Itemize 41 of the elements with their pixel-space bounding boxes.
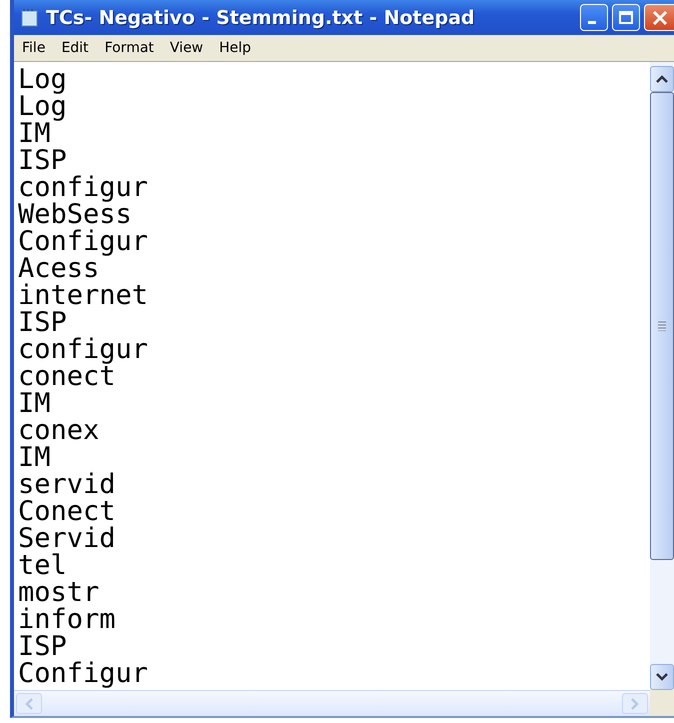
menu-item[interactable]: View bbox=[166, 38, 208, 58]
window-title: TCs- Negativo - Stemming.txt - Notepad bbox=[46, 6, 475, 28]
menu-item[interactable]: Help bbox=[215, 38, 256, 58]
text-line: Acess bbox=[18, 255, 100, 282]
text-line: IM bbox=[18, 390, 51, 417]
scroll-up-button[interactable] bbox=[650, 66, 674, 92]
text-line: Log bbox=[18, 93, 67, 120]
text-line: Conect bbox=[18, 498, 116, 525]
text-line: internet bbox=[18, 282, 148, 309]
text-line: IM bbox=[18, 120, 51, 147]
text-line: inform bbox=[18, 606, 116, 633]
text-line: conex bbox=[18, 417, 100, 444]
menu-item[interactable]: File bbox=[18, 38, 50, 58]
close-button[interactable] bbox=[644, 4, 674, 31]
scroll-thumb[interactable] bbox=[650, 92, 674, 560]
text-line: Log bbox=[18, 66, 67, 93]
text-line: ISP bbox=[18, 147, 67, 174]
text-line: servid bbox=[18, 471, 116, 498]
menu-item[interactable]: Format bbox=[100, 38, 158, 58]
text-line: Configur bbox=[18, 228, 148, 255]
grip-lines-icon bbox=[658, 321, 666, 331]
close-icon bbox=[652, 10, 668, 26]
minimize-button[interactable] bbox=[580, 4, 608, 31]
text-line: IM bbox=[18, 444, 51, 471]
maximize-button[interactable] bbox=[612, 4, 640, 31]
text-line: configur bbox=[18, 174, 148, 201]
scroll-down-button[interactable] bbox=[650, 664, 674, 690]
text-line: mostr bbox=[18, 579, 100, 606]
text-line: WebSess bbox=[18, 201, 132, 228]
minimize-icon bbox=[588, 21, 596, 24]
text-line: ISP bbox=[18, 309, 67, 336]
text-line: configur bbox=[18, 336, 148, 363]
text-line: conect bbox=[18, 363, 116, 390]
maximize-icon bbox=[618, 10, 634, 26]
text-line: Configur bbox=[18, 660, 148, 687]
vertical-scrollbar[interactable] bbox=[650, 62, 674, 690]
text-line: Servid bbox=[18, 525, 116, 552]
notepad-icon bbox=[20, 8, 40, 28]
text-line: tel bbox=[18, 552, 67, 579]
text-line: ISP bbox=[18, 633, 67, 660]
menu-item[interactable]: Edit bbox=[57, 38, 93, 58]
